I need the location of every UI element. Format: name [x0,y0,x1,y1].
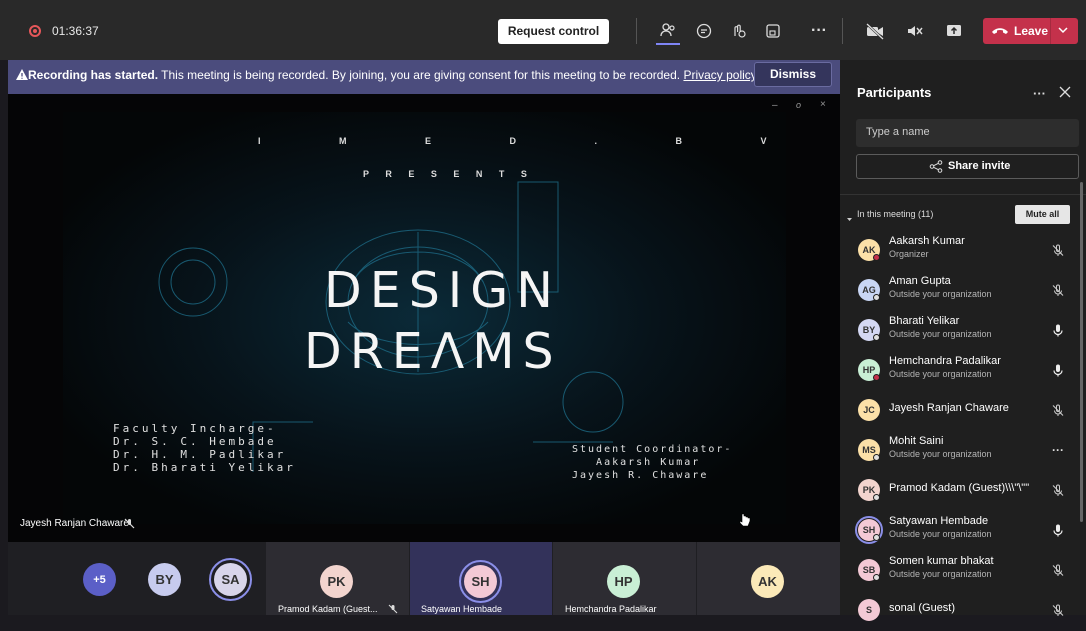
share-icon [929,160,943,176]
mic-icon[interactable] [1050,322,1066,338]
chevron-down-icon[interactable] [1057,24,1069,39]
participant-subtitle: Outside your organization [889,569,992,579]
tile-name: Pramod Kadam (Guest... [278,604,378,614]
tile-name: Hemchandra Padalikar [565,604,657,614]
window-minimize-icon: – [772,100,778,111]
reactions-icon[interactable] [723,18,753,44]
scrollbar[interactable] [1080,182,1083,522]
participant-subtitle: Outside your organization [889,369,992,379]
slide-title-line1: DESIGN [324,262,561,319]
mic-muted-icon[interactable] [1050,242,1066,258]
participant-name: Aakarsh Kumar [889,235,965,247]
presence-status-icon [873,534,880,541]
participant-name: Somen kumar bhakat [889,555,994,567]
share-invite-label: Share invite [948,160,1011,172]
participant-subtitle: Outside your organization [889,449,992,459]
mic-icon[interactable] [1050,522,1066,538]
dismiss-button[interactable]: Dismiss [754,62,832,87]
more-actions-icon[interactable]: ··· [804,18,834,44]
recording-notice-text: This meeting is being recorded. By joini… [158,68,684,82]
leave-label: Leave [1014,24,1049,38]
recording-notice-bold: Recording has started. [28,68,159,82]
meeting-timer: 01:36:37 [52,24,99,38]
mic-muted-icon[interactable] [1050,562,1066,578]
participant-name: Aman Gupta [889,275,951,287]
participant-name: Hemchandra Padalikar [889,355,1001,367]
close-icon[interactable] [1059,86,1071,101]
avatar: PK [320,565,353,598]
participant-subtitle: Organizer [889,249,929,259]
leave-divider [1050,18,1051,44]
participant-subtitle: Outside your organization [889,289,992,299]
slide-student: Student Coordinator- Aakarsh Kumar Jayes… [572,444,733,481]
slide-title-line2: DREΛΜS [304,323,562,380]
more-options-icon[interactable]: ··· [1033,86,1046,101]
window-close-icon: × [820,99,826,110]
recording-notice: Recording has started. This meeting is b… [28,68,757,82]
avatar[interactable]: SA [214,563,247,596]
section-header: In this meeting (11) [857,209,934,219]
slide-faculty: Faculty Incharge- Dr. S. C. Hembade Dr. … [113,422,296,474]
avatar: S [858,599,880,621]
window-restore-icon: o [796,100,802,110]
search-placeholder: Type a name [866,126,930,138]
mic-muted-icon[interactable] [900,18,930,44]
mute-all-button[interactable]: Mute all [1015,205,1070,224]
participant-name: Bharati Yelikar [889,315,960,327]
participant-name: Mohit Saini [889,435,944,447]
active-tab-indicator [656,43,680,45]
divider [840,194,1086,195]
slide-org: I M E D . B V p [258,136,889,146]
participant-name: Satyawan Hembade [889,515,989,527]
mic-icon[interactable] [1050,362,1066,378]
participant-name: Jayesh Ranjan Chaware [889,402,1009,414]
mic-muted-icon[interactable] [1050,482,1066,498]
mic-muted-icon [124,518,135,532]
avatar: HP [607,565,640,598]
recording-icon [29,25,41,37]
more-options-icon[interactable]: ··· [1050,442,1066,458]
phone-hangup-icon [991,25,1009,40]
avatar[interactable]: BY [148,563,181,596]
request-control-button[interactable]: Request control [498,19,609,44]
presence-status-icon [873,254,880,261]
mic-muted-icon[interactable] [1050,602,1066,618]
avatar: SH [464,565,497,598]
speaker-name: Jayesh Ranjan Chaware [20,518,129,529]
presence-status-icon [873,334,880,341]
chevron-down-icon[interactable] [846,212,853,226]
participant-subtitle: Outside your organization [889,529,992,539]
tile-name: Satyawan Hembade [421,604,503,614]
toolbar-divider [636,18,637,44]
presence-status-icon [873,494,880,501]
presence-status-icon [873,574,880,581]
privacy-policy-link[interactable]: Privacy policy [683,68,756,82]
warning-icon [16,69,28,83]
chat-icon[interactable] [689,18,719,44]
camera-off-icon[interactable] [860,18,890,44]
mouse-cursor-icon [739,513,751,530]
overflow-participants-button[interactable]: +5 [83,563,116,596]
toolbar-divider [842,18,843,44]
mic-muted-icon[interactable] [1050,402,1066,418]
presence-status-icon [873,374,880,381]
participants-icon[interactable] [653,18,683,44]
share-screen-icon[interactable] [939,18,969,44]
avatar: JC [858,399,880,421]
presence-status-icon [873,294,880,301]
participant-name: sonal (Guest) [889,602,956,614]
slide-presents: P R E S E N T S [363,169,534,179]
presence-status-icon [873,454,880,461]
rooms-icon[interactable] [758,18,788,44]
participant-name: Pramod Kadam (Guest)\\\"\"" [889,482,1030,494]
mic-muted-icon[interactable] [1050,282,1066,298]
participant-subtitle: Outside your organization [889,329,992,339]
panel-title: Participants [857,85,932,100]
avatar: AK [751,565,784,598]
